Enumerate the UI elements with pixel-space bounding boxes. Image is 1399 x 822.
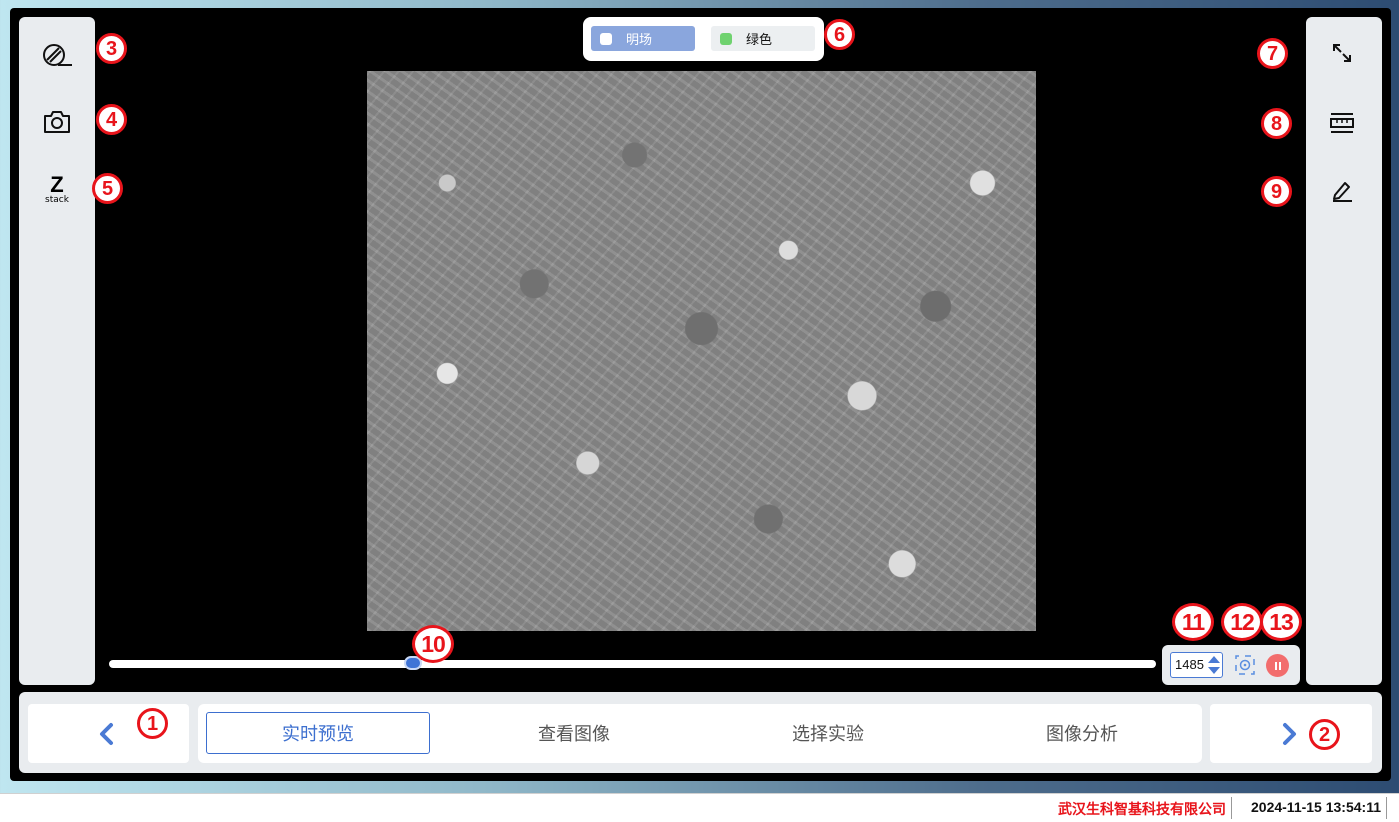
status-divider <box>1231 797 1232 819</box>
annotation-marker: 5 <box>92 173 123 204</box>
annotation-marker: 8 <box>1261 108 1292 139</box>
measure-button[interactable] <box>1322 103 1362 143</box>
autofocus-button[interactable] <box>1232 652 1258 678</box>
tab-label: 选择实验 <box>792 724 864 745</box>
tab-label: 查看图像 <box>538 724 610 745</box>
fullscreen-icon <box>1333 44 1351 62</box>
channel-label: 明场 <box>626 33 653 48</box>
tab-label: 图像分析 <box>1046 724 1118 745</box>
capture-button[interactable] <box>37 102 77 142</box>
annotation-marker: 10 <box>412 625 454 663</box>
annotation-marker: 4 <box>96 104 127 135</box>
ruler-icon <box>1330 113 1354 133</box>
left-tool-panel: Z stack <box>19 17 95 685</box>
focus-value-input[interactable]: 1485 <box>1170 652 1223 678</box>
live-preview-image[interactable] <box>367 71 1036 631</box>
crosshair-icon <box>1235 655 1255 675</box>
tab-image-analysis[interactable]: 图像分析 <box>970 712 1194 754</box>
status-divider <box>1386 797 1387 819</box>
company-name: 武汉生科智基科技有限公司 <box>1058 802 1226 818</box>
chevron-left-icon <box>100 723 113 745</box>
status-datetime: 2024-11-15 13:54:11 <box>1251 799 1381 815</box>
bottom-navigation: 实时预览 查看图像 选择实验 图像分析 <box>19 692 1382 773</box>
pause-button[interactable] <box>1266 654 1289 677</box>
status-bar: 武汉生科智基科技有限公司 2024-11-15 13:54:11 <box>0 793 1399 822</box>
tab-select-experiment[interactable]: 选择实验 <box>716 712 940 754</box>
camera-icon <box>44 111 70 133</box>
annotation-marker: 7 <box>1257 38 1288 69</box>
chevron-right-icon <box>1283 723 1296 745</box>
objective-button[interactable] <box>37 35 77 75</box>
channel-green[interactable]: 绿色 <box>711 26 815 51</box>
annotation-marker: 9 <box>1261 176 1292 207</box>
channel-label: 绿色 <box>746 33 773 48</box>
page-tabs: 实时预览 查看图像 选择实验 图像分析 <box>198 704 1202 763</box>
z-stack-button[interactable]: Z stack <box>37 170 77 210</box>
prev-page-button[interactable] <box>28 704 189 763</box>
annotate-button[interactable] <box>1322 170 1362 210</box>
focus-controls: 1485 <box>1162 645 1300 685</box>
tab-label: 实时预览 <box>282 724 354 745</box>
annotation-marker: 6 <box>824 19 855 50</box>
z-stack-label: stack <box>45 195 69 205</box>
channel-color-swatch <box>600 32 612 45</box>
increment-arrow-icon[interactable] <box>1208 656 1220 663</box>
annotation-marker: 13 <box>1260 603 1302 641</box>
channel-color-swatch <box>720 32 732 45</box>
focus-value: 1485 <box>1175 657 1204 672</box>
channel-brightfield[interactable]: 明场 <box>591 26 695 51</box>
channel-selector: 明场 绿色 <box>583 17 824 61</box>
pause-icon <box>1274 661 1281 670</box>
tab-view-images[interactable]: 查看图像 <box>462 712 686 754</box>
focus-slider[interactable] <box>109 656 1156 670</box>
annotation-marker: 2 <box>1309 719 1340 750</box>
z-stack-icon: Z <box>50 172 64 197</box>
annotation-marker: 12 <box>1221 603 1263 641</box>
objective-icon <box>43 44 72 66</box>
annotation-marker: 11 <box>1172 603 1214 641</box>
annotation-marker: 1 <box>137 708 168 739</box>
right-tool-panel <box>1306 17 1382 685</box>
next-page-button[interactable] <box>1210 704 1372 763</box>
pencil-icon <box>1333 182 1352 202</box>
decrement-arrow-icon[interactable] <box>1208 667 1220 674</box>
fullscreen-button[interactable] <box>1322 33 1362 73</box>
annotation-marker: 3 <box>96 33 127 64</box>
tab-live-preview[interactable]: 实时预览 <box>206 712 430 754</box>
